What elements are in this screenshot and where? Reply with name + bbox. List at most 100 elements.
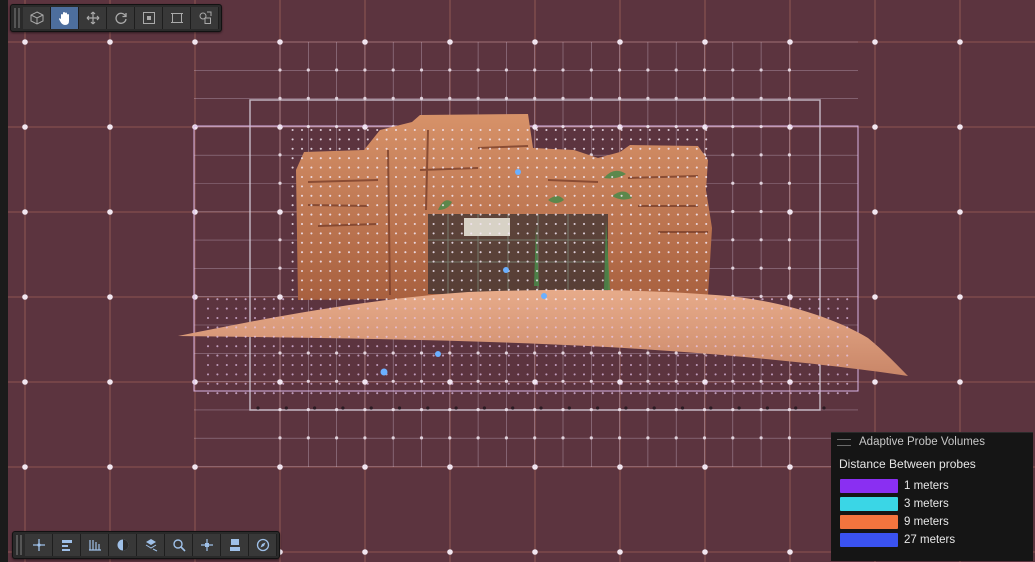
probe-point: [759, 68, 763, 72]
probe-point: [357, 354, 360, 357]
compass-icon[interactable]: [249, 534, 277, 556]
grid-snap-icon[interactable]: [53, 534, 81, 556]
probe-point: [554, 279, 557, 282]
probe-point: [582, 222, 586, 226]
probe-point: [441, 392, 445, 395]
probe-point: [564, 373, 567, 376]
probe-point: [629, 213, 633, 216]
probe-point: [686, 269, 689, 273]
probe-point: [533, 351, 537, 355]
search-icon[interactable]: [165, 534, 193, 556]
probe-point: [225, 316, 228, 320]
probe-point: [329, 166, 332, 169]
camera-icon[interactable]: [221, 534, 249, 556]
probe-point: [357, 175, 360, 179]
probe-point: [592, 382, 595, 385]
probe-point: [413, 213, 416, 216]
probe-point: [648, 147, 651, 150]
probe-point: [731, 379, 735, 383]
probe-point: [611, 354, 614, 357]
probe-point: [545, 147, 548, 150]
view-cube-icon[interactable]: [23, 7, 51, 29]
probe-point: [733, 298, 736, 301]
probe-point: [394, 307, 398, 310]
probe-point: [787, 379, 792, 383]
lighting-icon[interactable]: [109, 534, 137, 556]
move-tool-icon[interactable]: [79, 7, 107, 29]
probe-point: [310, 194, 313, 197]
probe-point: [723, 354, 727, 357]
overlay-header[interactable]: Adaptive Probe Volumes: [831, 433, 1033, 451]
toolbar-grip[interactable]: [16, 535, 22, 555]
probe-point: [441, 345, 445, 348]
probe-point: [714, 354, 717, 357]
probe-point: [526, 194, 529, 197]
probe-point: [723, 345, 727, 348]
probe-point: [582, 345, 586, 348]
probe-point: [432, 363, 435, 367]
probe-point: [601, 326, 604, 329]
probe-point: [206, 354, 210, 357]
probe-point: [620, 138, 623, 141]
probe-point: [291, 204, 294, 207]
probe-point: [545, 204, 548, 207]
layers-icon[interactable]: [137, 534, 165, 556]
probe-point: [451, 185, 454, 188]
probe-point: [504, 408, 508, 412]
probe-point: [674, 379, 678, 383]
probe-point: [338, 194, 341, 197]
probe-point: [335, 379, 339, 383]
probe-point: [535, 157, 539, 160]
probe-point: [648, 326, 651, 329]
probe-point: [554, 269, 557, 273]
probe-point: [300, 373, 304, 376]
probe-point: [300, 307, 304, 310]
probe-point: [253, 307, 257, 310]
rect-tool-icon[interactable]: [163, 7, 191, 29]
probe-point: [329, 307, 332, 310]
probe-point: [723, 298, 727, 301]
probe-point: [470, 232, 473, 235]
probe-point: [535, 232, 539, 235]
probe-point: [216, 307, 219, 310]
probe-point: [957, 379, 963, 385]
probe-point: [770, 307, 774, 310]
scale-tool-icon[interactable]: [135, 7, 163, 29]
probe-point: [648, 373, 651, 376]
probe-point: [460, 166, 463, 169]
probe-point: [363, 379, 367, 383]
probe-point: [278, 209, 282, 214]
hierarchy-icon[interactable]: [81, 534, 109, 556]
probe-point: [263, 307, 266, 310]
probe-point: [564, 232, 567, 235]
gizmo-move-icon[interactable]: [25, 534, 53, 556]
probe-point: [347, 345, 351, 348]
probe-point: [432, 232, 435, 235]
probe-point: [723, 307, 727, 310]
probe-point: [646, 351, 650, 355]
probe-point: [329, 175, 332, 179]
probe-point: [300, 392, 304, 395]
probe-point: [705, 251, 708, 254]
probe-point: [535, 288, 539, 291]
probe-point: [787, 238, 792, 242]
probe-point: [263, 363, 266, 367]
drag-handle-icon[interactable]: [837, 438, 851, 446]
probe-point: [667, 345, 670, 348]
rotate-tool-icon[interactable]: [107, 7, 135, 29]
toolbar-grip[interactable]: [14, 8, 20, 28]
probe-point: [582, 307, 586, 310]
probe-point: [206, 316, 210, 320]
hand-tool-icon[interactable]: [51, 7, 79, 29]
pivot-icon[interactable]: [193, 534, 221, 556]
probe-point: [770, 363, 774, 367]
transform-tool-icon[interactable]: [191, 7, 219, 29]
probe-point: [629, 382, 633, 385]
probe-point: [554, 157, 557, 160]
probe-point: [291, 175, 294, 179]
probe-point: [695, 363, 698, 367]
probe-point: [554, 298, 557, 301]
probe-point: [517, 354, 520, 357]
probe-point: [107, 379, 113, 385]
probe-point: [394, 316, 398, 320]
